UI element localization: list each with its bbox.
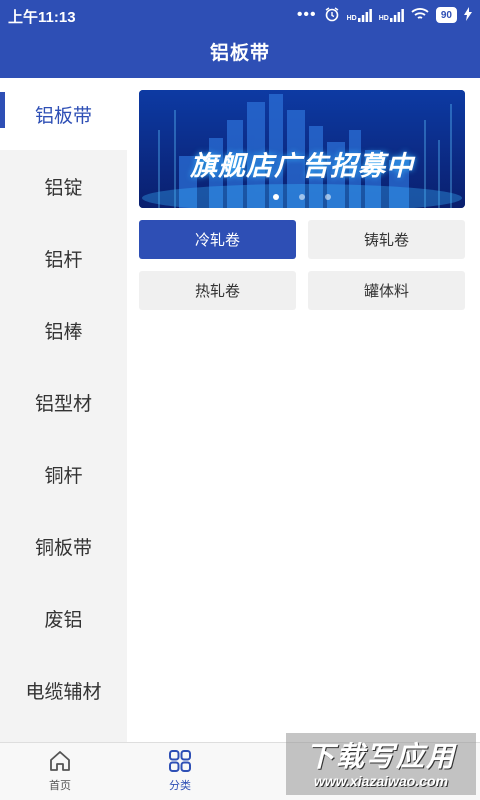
category-sidebar: 铝板带 铝锭 铝杆 铝棒 铝型材 铜杆 铜板带 废铝 电缆辅材 [0,78,127,742]
category-content: 旗舰店广告招募中 冷轧卷 铸轧卷 热轧卷 罐体料 [127,78,480,742]
home-icon [50,751,70,771]
nav-home-label: 首页 [49,780,71,792]
sidebar-item-aluminum-profile[interactable]: 铝型材 [0,366,127,438]
pager-dot [273,194,279,200]
banner-pager [139,194,465,200]
pager-dot [325,194,331,200]
subcategory-cold-rolled-coil[interactable]: 冷轧卷 [139,220,296,259]
ad-banner[interactable]: 旗舰店广告招募中 [139,90,465,208]
signal-1-icon: HD [347,8,372,22]
signal-2-icon: HD [379,8,404,22]
subcategory-cast-rolled-coil[interactable]: 铸轧卷 [308,220,465,259]
watermark-title: 下载写应用 [305,741,456,772]
banner-headline: 旗舰店广告招募中 [190,151,414,181]
sidebar-item-copper-plate-strip[interactable]: 铜板带 [0,510,127,582]
more-dots-icon: ••• [296,6,317,23]
wifi-icon [411,7,429,24]
alarm-icon [324,6,340,25]
watermark-url: www.xiazaiwao.com [313,773,449,789]
subcategory-can-body-stock[interactable]: 罐体料 [308,271,465,310]
sidebar-item-cable-accessories[interactable]: 电缆辅材 [0,654,127,726]
sidebar-item-aluminum-rod[interactable]: 铝杆 [0,222,127,294]
sidebar-item-copper-rod[interactable]: 铜杆 [0,438,127,510]
battery-indicator: 90 [435,7,457,23]
nav-category[interactable]: 分类 [140,749,220,793]
nav-category-label: 分类 [169,780,191,792]
sidebar-item-aluminum-bar[interactable]: 铝棒 [0,294,127,366]
nav-home[interactable]: 首页 [20,749,100,793]
status-bar: 上午11:13 ••• HD HD 90 [0,0,480,30]
app-header: 上午11:13 ••• HD HD 90 铝板带 [0,0,480,78]
page-title: 铝板带 [209,43,270,64]
sidebar-item-aluminum-plate-strip[interactable]: 铝板带 [0,78,127,150]
sidebar-item-aluminum-ingot[interactable]: 铝锭 [0,150,127,222]
pager-dot [299,194,305,200]
category-grid-icon [169,750,191,772]
subcategory-hot-rolled-coil[interactable]: 热轧卷 [139,271,296,310]
sidebar-item-scrap-aluminum[interactable]: 废铝 [0,582,127,654]
status-icons: ••• HD HD 90 [297,6,472,24]
site-watermark: 下载写应用 www.xiazaiwao.com [286,733,476,795]
charging-icon [464,6,472,24]
status-time: 上午11:13 [8,9,76,26]
